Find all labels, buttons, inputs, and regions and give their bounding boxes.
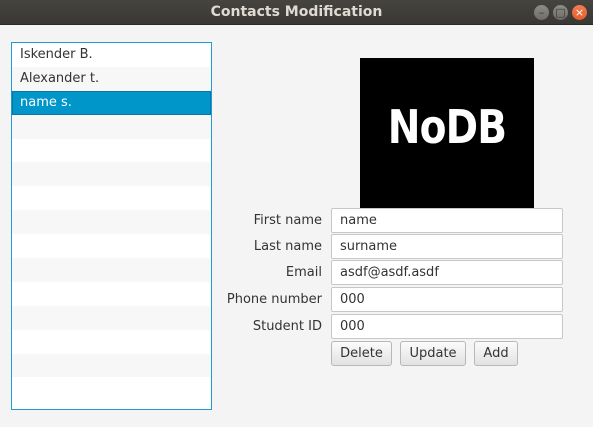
empty-list-row (12, 210, 211, 235)
empty-list-row (12, 162, 211, 187)
last-name-field[interactable] (331, 234, 563, 259)
contact-list-item[interactable]: name s. (12, 90, 211, 115)
empty-list-row (12, 282, 211, 306)
empty-list-row (12, 353, 211, 378)
student-id-label: Student ID (252, 319, 322, 334)
phone-number-label: Phone number (226, 292, 322, 307)
empty-list-row (12, 330, 211, 354)
empty-list-row (12, 186, 211, 210)
email-field[interactable] (331, 260, 563, 285)
maximize-icon[interactable]: □ (553, 5, 568, 20)
delete-button[interactable]: Delete (331, 341, 392, 366)
app-window: Contacts Modification – □ × Iskender B. A… (0, 0, 593, 427)
contact-list-item[interactable]: Alexander t. (12, 66, 211, 91)
first-name-label: First name (253, 213, 322, 228)
email-label: Email (285, 265, 322, 280)
update-button[interactable]: Update (400, 341, 466, 366)
first-name-field[interactable] (331, 208, 563, 233)
title-bar[interactable]: Contacts Modification – □ × (0, 0, 593, 25)
phone-number-field[interactable] (331, 287, 563, 312)
empty-list-row (12, 114, 211, 139)
empty-list-row (12, 258, 211, 282)
contacts-list[interactable]: Iskender B. Alexander t. name s. (11, 42, 212, 410)
contact-list-item[interactable]: Iskender B. (12, 43, 211, 67)
empty-list-row (12, 234, 211, 258)
empty-list-row (12, 305, 211, 330)
minimize-icon[interactable]: – (534, 5, 549, 20)
student-id-field[interactable] (331, 314, 563, 339)
logo-text: NoDB (387, 100, 507, 154)
nodb-logo: NoDB (360, 58, 534, 208)
close-icon[interactable]: × (572, 5, 587, 20)
empty-list-row (12, 139, 211, 163)
add-button[interactable]: Add (474, 341, 518, 366)
last-name-label: Last name (253, 239, 322, 254)
window-title: Contacts Modification (210, 4, 383, 20)
empty-list-row (12, 377, 211, 401)
